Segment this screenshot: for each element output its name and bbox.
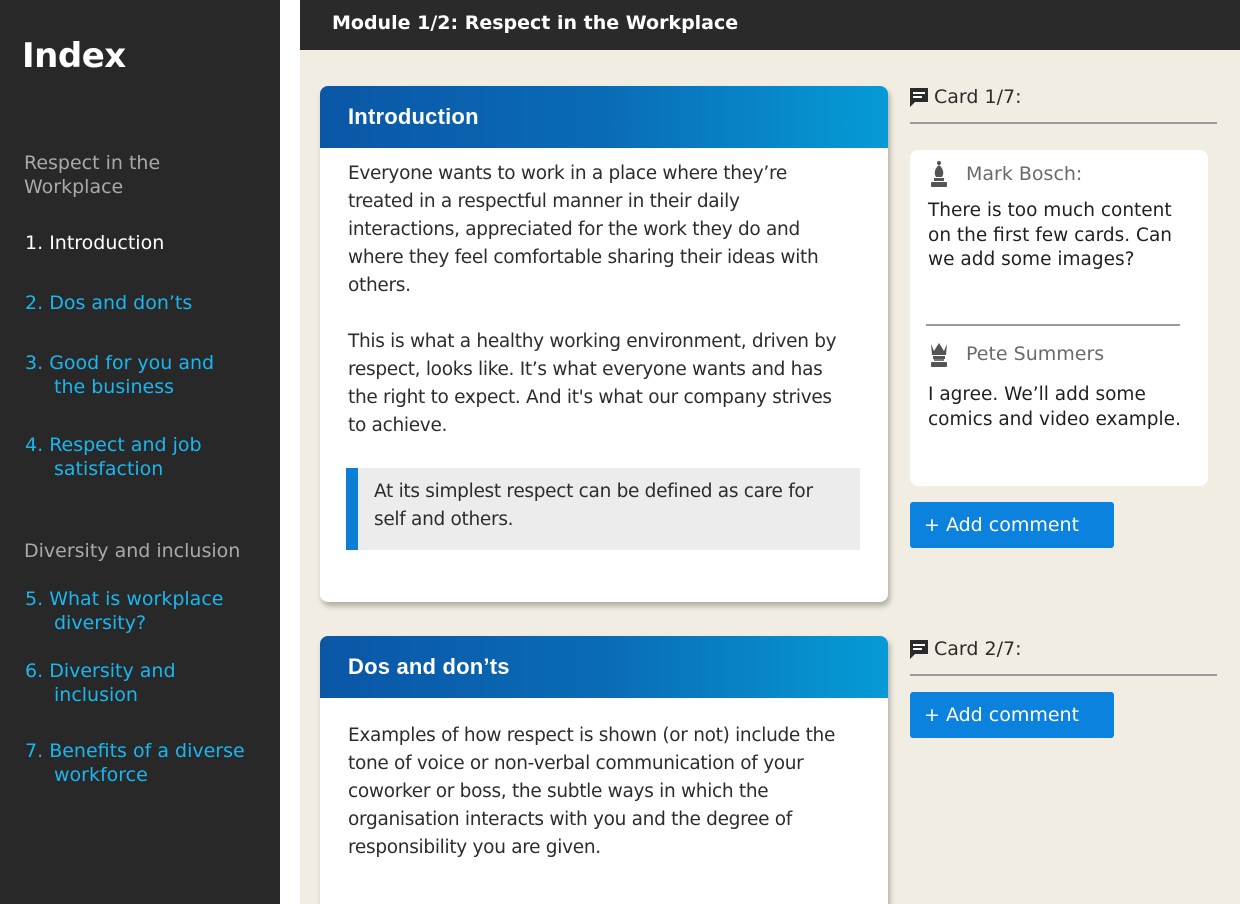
sidebar-item-label: Benefits of a diverse	[49, 740, 245, 762]
sidebar-item-number: 7.	[25, 740, 44, 762]
card-comments-label: Card 1/7:	[908, 86, 1021, 108]
quote-text: At its simplest respect can be defined a…	[374, 481, 813, 530]
content-card-dos-and-donts: Dos and don’ts Examples of how respect i…	[320, 636, 888, 904]
sidebar-item-number: 3.	[25, 352, 44, 374]
sidebar-section-diversity: Diversity and inclusion	[24, 540, 241, 562]
label-divider	[910, 122, 1217, 124]
card-header: Dos and don’ts	[320, 636, 888, 698]
card-paragraph: Everyone wants to work in a place where …	[348, 163, 819, 296]
sidebar-item-label: Respect and job	[49, 434, 202, 456]
add-comment-button[interactable]: + Add comment	[910, 502, 1114, 548]
chess-queen-icon	[931, 343, 947, 367]
card-body: Everyone wants to work in a place where …	[320, 148, 888, 550]
sidebar-item-number: 6.	[25, 660, 44, 682]
content-card-introduction: Introduction Everyone wants to work in a…	[320, 86, 888, 602]
card-label-text: Card 1/7:	[934, 86, 1022, 108]
sidebar-item-diversity-inclusion[interactable]: 6. Diversity and inclusion	[25, 659, 270, 707]
label-divider	[910, 674, 1217, 676]
comment-text: I agree. We’ll add some comics and video…	[928, 384, 1181, 430]
sidebar-item-label-cont: the business	[54, 376, 175, 398]
sidebar-item-good-for-you[interactable]: 3. Good for you and the business	[25, 351, 270, 399]
sidebar-item-label: Dos and don’ts	[49, 292, 193, 314]
comment-author: Pete Summers	[928, 340, 1104, 368]
sidebar-item-label-cont: diversity?	[54, 612, 147, 634]
card-title: Dos and don’ts	[348, 654, 510, 679]
sidebar-item-workplace-diversity[interactable]: 5. What is workplace diversity?	[25, 587, 270, 635]
comment-icon	[910, 88, 928, 107]
sidebar-title: Index	[22, 36, 126, 76]
comment-thread: Mark Bosch: There is too much content on…	[910, 150, 1208, 486]
comment-author-name: Mark Bosch:	[966, 163, 1083, 185]
sidebar-item-label: Good for you and	[49, 352, 215, 374]
comment-text: There is too much content on the first f…	[928, 200, 1173, 270]
comment-author-name: Pete Summers	[966, 343, 1105, 365]
sidebar-item-label: What is workplace	[49, 588, 224, 610]
comment-author: Mark Bosch:	[928, 160, 1082, 188]
sidebar-item-number: 5.	[25, 588, 44, 610]
sidebar-item-number: 1.	[25, 232, 44, 254]
card-title: Introduction	[348, 104, 479, 129]
sidebar-item-dos-and-donts[interactable]: 2. Dos and don’ts	[25, 291, 270, 315]
sidebar-item-label-cont: satisfaction	[54, 458, 164, 480]
module-header: Module 1/2: Respect in the Workplace	[300, 0, 1240, 50]
add-comment-button[interactable]: + Add comment	[910, 692, 1114, 738]
sidebar-item-number: 2.	[25, 292, 44, 314]
sidebar-item-label-cont: inclusion	[54, 684, 138, 706]
sidebar-item-label: Diversity and	[49, 660, 176, 682]
sidebar-item-label-cont: workforce	[54, 764, 148, 786]
sidebar-item-number: 4.	[25, 434, 44, 456]
card-label-text: Card 2/7:	[934, 638, 1022, 660]
sidebar-item-benefits[interactable]: 7. Benefits of a diverse workforce	[25, 739, 270, 787]
sidebar-index: Index Respect in the Workplace 1. Introd…	[0, 0, 280, 904]
sidebar-section-respect: Respect in the Workplace	[24, 152, 161, 198]
card-paragraph: This is what a healthy working environme…	[348, 331, 837, 436]
callout-quote: At its simplest respect can be defined a…	[346, 468, 860, 550]
sidebar-item-respect-and-job[interactable]: 4. Respect and job satisfaction	[25, 433, 270, 481]
comment-icon	[910, 640, 928, 659]
comment-divider	[926, 324, 1180, 326]
chess-bishop-icon	[931, 161, 947, 187]
card-comments-label: Card 2/7:	[908, 638, 1021, 660]
sidebar-item-label: Introduction	[49, 232, 165, 254]
module-title: Module 1/2: Respect in the Workplace	[332, 12, 739, 34]
card-body: Examples of how respect is shown (or not…	[320, 698, 888, 862]
sidebar-item-introduction[interactable]: 1. Introduction	[25, 231, 270, 255]
card-paragraph: Examples of how respect is shown (or not…	[348, 725, 836, 858]
card-header: Introduction	[320, 86, 888, 148]
divider-strip	[280, 0, 300, 904]
